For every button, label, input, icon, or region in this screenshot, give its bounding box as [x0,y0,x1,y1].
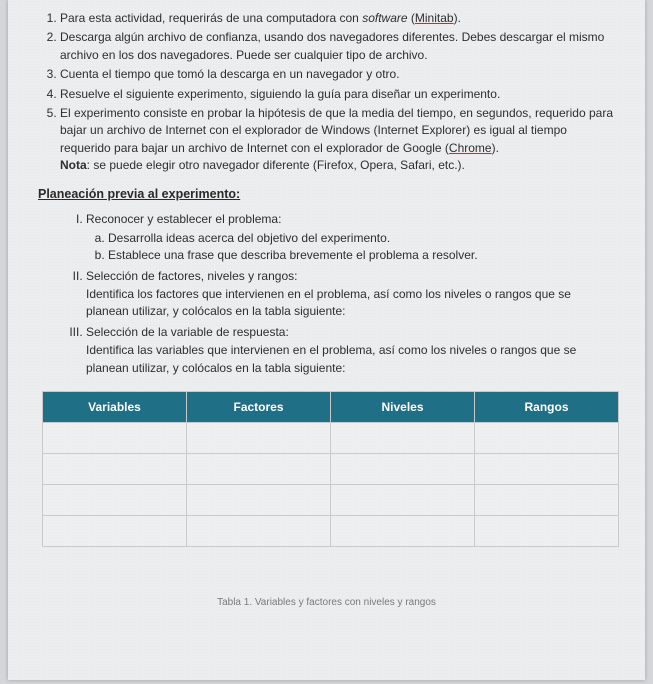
step-5-link: Chrome [449,141,492,155]
th-rangos: Rangos [475,392,619,423]
table-row [43,454,619,485]
step-4: Resuelve el siguiente experimento, sigui… [60,86,615,103]
numbered-steps: Para esta actividad, requerirás de una c… [38,10,615,175]
table-body [43,423,619,547]
step-1-post: ). [454,11,461,25]
step-3: Cuenta el tiempo que tomó la descarga en… [60,66,615,83]
alpha-list: Desarrolla ideas acerca del objetivo del… [86,230,615,265]
section-title: Planeación previa al experimento: [38,187,615,201]
roman-2-sub: Identifica los factores que intervienen … [86,286,615,321]
roman-list: Reconocer y establecer el problema: Desa… [38,211,615,378]
th-niveles: Niveles [331,392,475,423]
table-row [43,423,619,454]
table-header-row: Variables Factores Niveles Rangos [43,392,619,423]
step-1-link: Minitab [415,11,454,25]
th-factores: Factores [187,392,331,423]
roman-2: Selección de factores, niveles y rangos:… [86,268,615,321]
table-caption: Tabla 1. Variables y factores con nivele… [38,597,615,608]
step-5-note-text: : se puede elegir otro navegador diferen… [87,158,465,172]
table-row [43,516,619,547]
step-1-mid: ( [408,11,415,25]
th-variables: Variables [43,392,187,423]
step-1-italic: software [362,11,407,25]
table-row [43,485,619,516]
roman-3-sub: Identifica las variables que intervienen… [86,342,615,377]
document-page: Para esta actividad, requerirás de una c… [8,0,645,680]
step-2: Descarga algún archivo de confianza, usa… [60,29,615,64]
variables-table: Variables Factores Niveles Rangos [42,391,619,547]
step-1-pre: Para esta actividad, requerirás de una c… [60,11,362,25]
alpha-b: Establece una frase que describa breveme… [108,247,615,264]
step-1: Para esta actividad, requerirás de una c… [60,10,615,27]
roman-3: Selección de la variable de respuesta: I… [86,324,615,377]
roman-1: Reconocer y establecer el problema: Desa… [86,211,615,265]
alpha-a: Desarrolla ideas acerca del objetivo del… [108,230,615,247]
step-5-note-label: Nota [60,158,87,172]
step-5: El experimento consiste en probar la hip… [60,105,615,175]
